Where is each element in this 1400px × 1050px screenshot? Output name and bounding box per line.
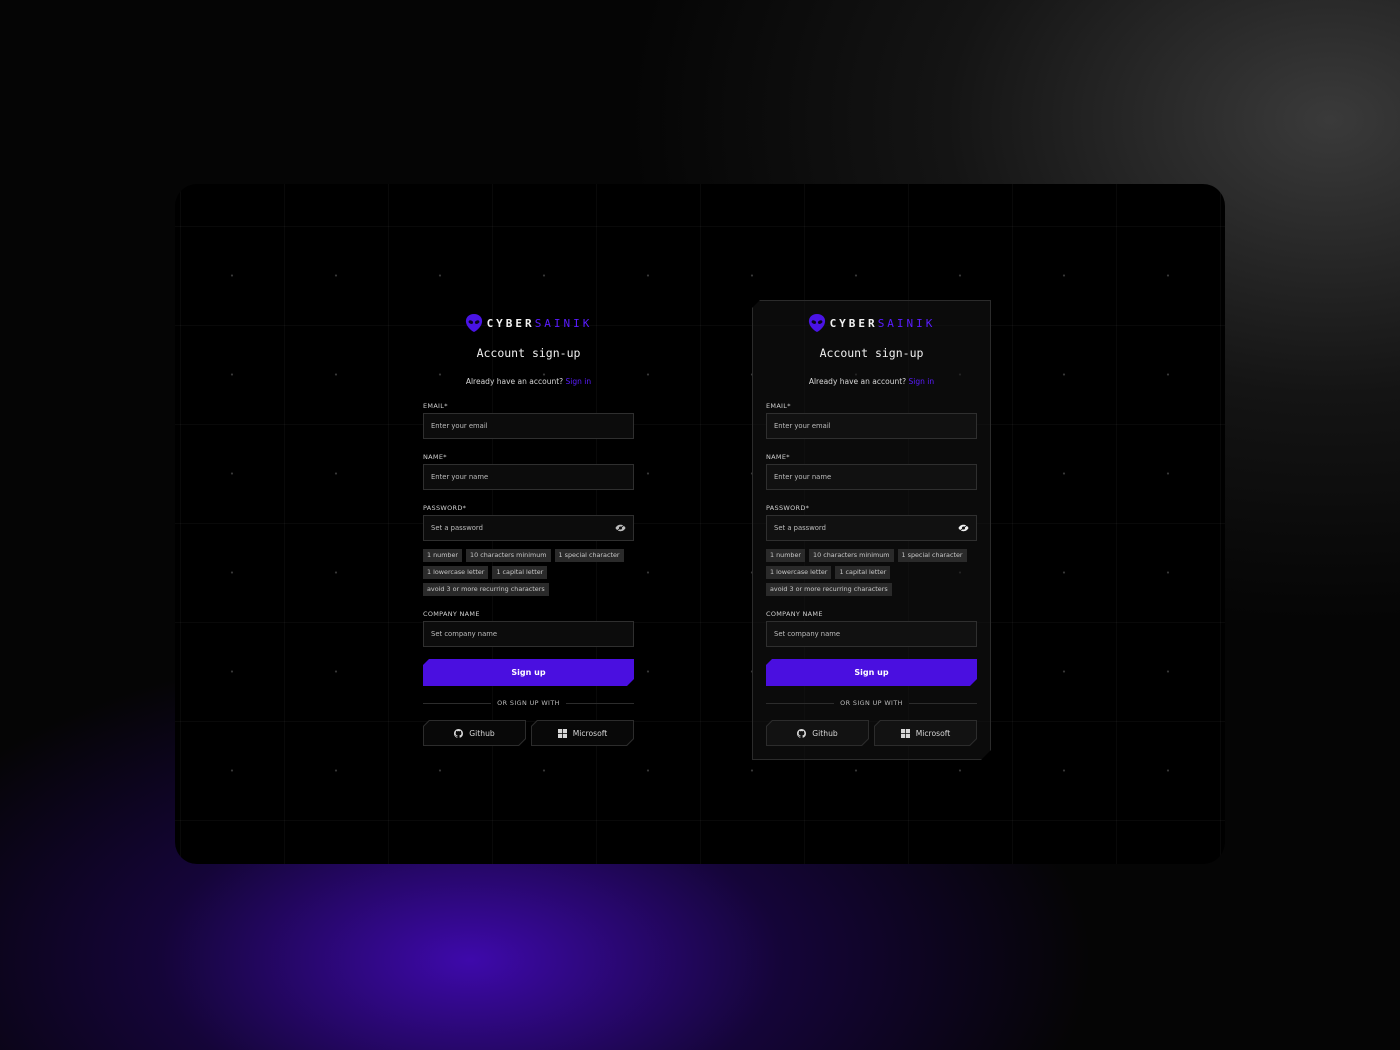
microsoft-button[interactable]: Microsoft xyxy=(874,720,977,746)
company-label: COMPANY NAME xyxy=(766,610,823,618)
name-field[interactable]: Enter your name xyxy=(766,464,977,490)
email-label: EMAIL* xyxy=(423,402,448,410)
requirement-chip: avoid 3 or more recurring characters xyxy=(766,583,892,596)
name-label: NAME* xyxy=(423,453,447,461)
github-label: Github xyxy=(469,728,495,738)
name-label: NAME* xyxy=(766,453,790,461)
email-field[interactable]: Enter your email xyxy=(423,413,634,439)
password-label: PASSWORD* xyxy=(766,504,810,512)
brand-logo: CYBERSAINIK xyxy=(423,312,634,334)
github-button[interactable]: Github xyxy=(766,720,869,746)
divider-line xyxy=(565,702,634,704)
password-field[interactable]: Set a password xyxy=(423,515,634,541)
requirement-chip: 1 lowercase letter xyxy=(423,566,489,579)
eye-icon[interactable] xyxy=(958,524,969,532)
brand-logo: CYBERSAINIK xyxy=(766,312,977,334)
alien-icon xyxy=(465,314,482,332)
eye-icon[interactable] xyxy=(615,524,626,532)
requirement-chip: 1 number xyxy=(423,549,463,562)
github-button[interactable]: Github xyxy=(423,720,526,746)
microsoft-label: Microsoft xyxy=(572,728,608,738)
or-divider: OR SIGN UP WITH xyxy=(766,699,977,707)
requirement-chip: 1 number xyxy=(766,549,806,562)
password-label: PASSWORD* xyxy=(423,504,467,512)
requirement-chip: 1 lowercase letter xyxy=(766,566,832,579)
requirement-chip: 10 characters minimum xyxy=(466,549,551,562)
requirement-chip: 1 capital letter xyxy=(492,566,548,579)
company-placeholder: Set company name xyxy=(774,630,841,638)
page-title: Account sign-up xyxy=(476,346,581,360)
signin-prompt-text: Already have an account? xyxy=(808,377,907,386)
signup-card-framed: CYBERSAINIK Account sign-up Already have… xyxy=(766,312,977,746)
company-placeholder: Set company name xyxy=(431,630,498,638)
signup-card: CYBERSAINIK Account sign-up Already have… xyxy=(423,312,634,746)
requirement-chip: 1 special character xyxy=(554,549,624,562)
company-label: COMPANY NAME xyxy=(423,610,480,618)
background-dots xyxy=(175,184,1225,864)
or-divider: OR SIGN UP WITH xyxy=(423,699,634,707)
requirement-chip: 1 capital letter xyxy=(835,566,891,579)
or-divider-text: OR SIGN UP WITH xyxy=(497,699,560,707)
brand-name-part2: SAINIK xyxy=(877,316,936,330)
name-placeholder: Enter your name xyxy=(431,473,489,481)
signup-button[interactable]: Sign up xyxy=(423,659,634,686)
requirement-chip: 10 characters minimum xyxy=(809,549,894,562)
company-field[interactable]: Set company name xyxy=(423,621,634,647)
page-title: Account sign-up xyxy=(819,346,924,360)
microsoft-label: Microsoft xyxy=(915,728,951,738)
name-placeholder: Enter your name xyxy=(774,473,832,481)
requirement-chip: avoid 3 or more recurring characters xyxy=(423,583,549,596)
app-screen: CYBERSAINIK Account sign-up Already have… xyxy=(175,184,1225,864)
social-buttons: Github Microsoft xyxy=(766,720,977,746)
email-label: EMAIL* xyxy=(766,402,791,410)
email-placeholder: Enter your email xyxy=(431,422,488,430)
requirement-chip: 1 special character xyxy=(897,549,967,562)
signin-link[interactable]: Sign in xyxy=(566,377,592,386)
microsoft-button[interactable]: Microsoft xyxy=(531,720,634,746)
signin-prompt: Already have an account? Sign in xyxy=(766,377,977,386)
github-icon xyxy=(454,729,463,738)
github-label: Github xyxy=(812,728,838,738)
signup-button[interactable]: Sign up xyxy=(766,659,977,686)
brand-name-part1: CYBER xyxy=(486,316,535,330)
email-placeholder: Enter your email xyxy=(774,422,831,430)
brand-name-part1: CYBER xyxy=(829,316,878,330)
microsoft-icon xyxy=(558,729,567,738)
alien-icon xyxy=(808,314,825,332)
email-field[interactable]: Enter your email xyxy=(766,413,977,439)
password-field[interactable]: Set a password xyxy=(766,515,977,541)
signin-prompt: Already have an account? Sign in xyxy=(423,377,634,386)
background-grid xyxy=(175,184,1225,864)
brand-name-part2: SAINIK xyxy=(534,316,593,330)
or-divider-text: OR SIGN UP WITH xyxy=(840,699,903,707)
divider-line xyxy=(423,702,492,704)
name-field[interactable]: Enter your name xyxy=(423,464,634,490)
microsoft-icon xyxy=(901,729,910,738)
company-field[interactable]: Set company name xyxy=(766,621,977,647)
signin-prompt-text: Already have an account? xyxy=(465,377,564,386)
divider-line xyxy=(908,702,977,704)
social-buttons: Github Microsoft xyxy=(423,720,634,746)
password-placeholder: Set a password xyxy=(774,524,826,532)
divider-line xyxy=(766,702,835,704)
password-requirements: 1 number 10 characters minimum 1 special… xyxy=(766,549,977,596)
password-requirements: 1 number 10 characters minimum 1 special… xyxy=(423,549,634,596)
github-icon xyxy=(797,729,806,738)
signin-link[interactable]: Sign in xyxy=(909,377,935,386)
password-placeholder: Set a password xyxy=(431,524,483,532)
